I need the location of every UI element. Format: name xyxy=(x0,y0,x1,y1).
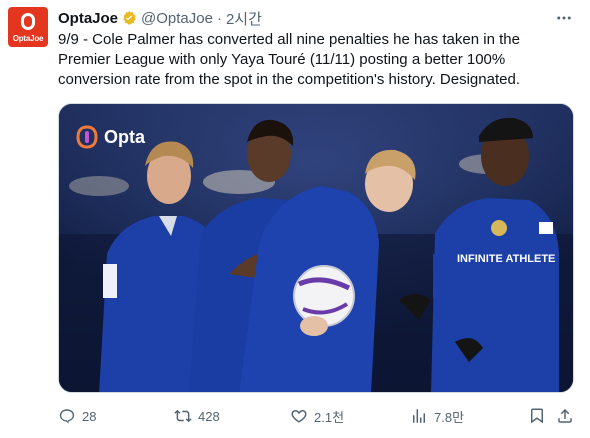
more-options-button[interactable] xyxy=(553,8,575,28)
reply-button[interactable]: 28 xyxy=(58,406,96,426)
more-dots-icon xyxy=(557,16,571,20)
analytics-icon xyxy=(413,409,425,423)
bookmark-icon xyxy=(531,408,543,424)
opta-logo-icon xyxy=(76,125,98,149)
timestamp[interactable]: 2시간 xyxy=(226,8,262,29)
view-count: 7.8만 xyxy=(434,409,465,425)
reply-count: 28 xyxy=(82,408,97,424)
shirt-sponsor-text: INFINITE ATHLETE xyxy=(457,253,555,265)
share-button[interactable] xyxy=(556,406,574,426)
avatar[interactable]: OptaJoe xyxy=(8,7,48,47)
display-name[interactable]: OptaJoe xyxy=(58,10,118,27)
avatar-label: OptaJoe xyxy=(12,34,44,43)
verified-badge-icon[interactable] xyxy=(121,10,137,26)
user-handle[interactable]: @OptaJoe xyxy=(141,10,213,27)
reply-icon xyxy=(59,409,75,424)
action-bar: 28 428 2.1천 7.8만 xyxy=(58,406,578,426)
separator-dot: · xyxy=(216,9,222,27)
repost-button[interactable]: 428 xyxy=(174,406,220,426)
heart-icon xyxy=(291,410,307,423)
bookmark-button[interactable] xyxy=(528,406,546,426)
tweet-text: 9/9 - Cole Palmer has converted all nine… xyxy=(58,31,520,88)
repost-count: 428 xyxy=(198,408,220,424)
like-count: 2.1천 xyxy=(314,409,345,425)
opta-label: Opta xyxy=(104,126,146,147)
like-button[interactable]: 2.1천 xyxy=(290,406,344,426)
share-icon xyxy=(558,408,572,423)
repost-icon xyxy=(174,409,192,423)
opta-watermark: Opta xyxy=(76,125,145,149)
opta-logo-icon xyxy=(21,13,35,30)
views-button[interactable]: 7.8만 xyxy=(410,406,464,426)
tweet-header: OptaJoe @OptaJoe · 2시간 xyxy=(58,8,262,28)
